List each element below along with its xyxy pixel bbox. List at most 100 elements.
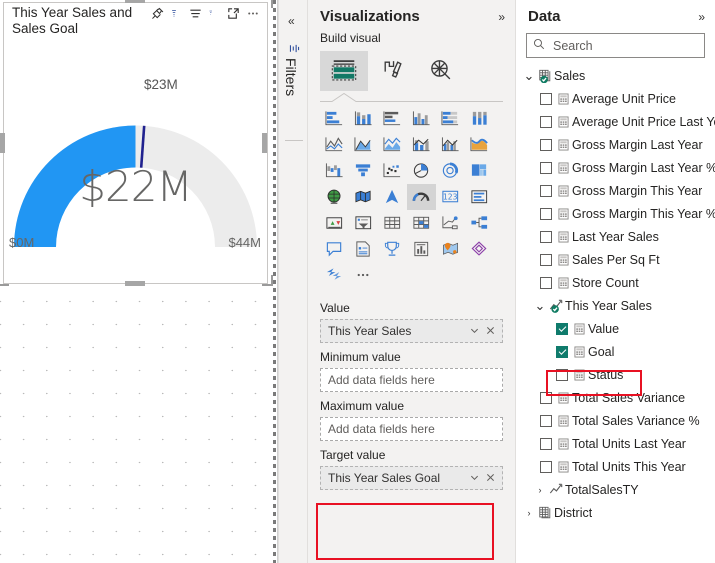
q-and-a-icon[interactable] — [320, 236, 349, 262]
resize-handle-top[interactable] — [125, 0, 145, 3]
data-expand-chevron-icon[interactable]: » — [698, 10, 705, 24]
field-checkbox[interactable] — [538, 460, 554, 473]
pin-icon[interactable] — [150, 6, 165, 21]
table-icon[interactable] — [378, 210, 407, 236]
map-icon[interactable] — [320, 184, 349, 210]
filled-map-icon[interactable] — [349, 184, 378, 210]
more-visuals-icon[interactable] — [349, 262, 378, 288]
filters-pane-collapsed[interactable]: « Filters — [278, 0, 308, 563]
focus-mode-icon[interactable] — [226, 6, 241, 21]
line-and-stacked-column-chart-icon[interactable] — [407, 132, 436, 158]
100-stacked-column-chart-icon[interactable] — [465, 106, 494, 132]
tab-build-visual[interactable] — [320, 51, 368, 91]
field-checkbox[interactable] — [554, 322, 570, 335]
remove-field-icon[interactable] — [486, 471, 495, 485]
resize-handle-left[interactable] — [0, 133, 5, 153]
waterfall-chart-icon[interactable] — [320, 158, 349, 184]
chevron-down-icon[interactable] — [470, 324, 479, 338]
arcgis-map-icon[interactable] — [436, 236, 465, 262]
data-tree-row[interactable]: Sales Per Sq Ft — [516, 248, 715, 271]
gauge-icon[interactable] — [407, 184, 436, 210]
smart-narrative-icon[interactable] — [407, 236, 436, 262]
data-tree-row[interactable]: Gross Margin Last Year — [516, 133, 715, 156]
data-tree-row[interactable]: › District — [516, 501, 715, 524]
line-and-clustered-column-chart-icon[interactable] — [436, 132, 465, 158]
data-tree-row[interactable]: Gross Margin This Year — [516, 179, 715, 202]
area-chart-icon[interactable] — [349, 132, 378, 158]
ribbon-chart-icon[interactable] — [465, 132, 494, 158]
clustered-bar-chart-icon[interactable] — [378, 106, 407, 132]
tab-analytics[interactable] — [416, 51, 464, 91]
power-apps-icon[interactable] — [465, 236, 494, 262]
azure-map-icon[interactable] — [378, 184, 407, 210]
field-checkbox[interactable] — [538, 138, 554, 151]
data-tree-row[interactable]: Status — [516, 363, 715, 386]
data-tree-row[interactable]: Gross Margin Last Year % — [516, 156, 715, 179]
matrix-icon[interactable] — [407, 210, 436, 236]
field-checkbox[interactable] — [538, 184, 554, 197]
gauge-visual[interactable]: This Year Sales and Sales Goal $23M $0M … — [3, 2, 268, 284]
well-target-value[interactable]: This Year Sales Goal — [320, 466, 503, 490]
decomposition-tree-icon[interactable] — [465, 210, 494, 236]
chevron-right-icon[interactable]: › — [522, 508, 536, 518]
well-value[interactable]: This Year Sales — [320, 319, 503, 343]
resize-handle-top-left[interactable] — [0, 0, 9, 8]
resize-handle-bottom-right[interactable] — [262, 275, 273, 286]
field-checkbox[interactable] — [538, 115, 554, 128]
filter-icon[interactable] — [169, 6, 184, 21]
resize-handle-right[interactable] — [262, 133, 267, 153]
field-checkbox[interactable] — [538, 391, 554, 404]
field-checkbox[interactable] — [538, 161, 554, 174]
multi-row-card-icon[interactable] — [465, 184, 494, 210]
power-automate-icon[interactable] — [320, 262, 349, 288]
key-influencers-icon[interactable] — [378, 236, 407, 262]
stacked-column-chart-icon[interactable] — [349, 106, 378, 132]
data-tree-row[interactable]: Value — [516, 317, 715, 340]
data-tree-row[interactable]: ⌄ Sales — [516, 64, 715, 87]
data-tree-row[interactable]: Gross Margin This Year % — [516, 202, 715, 225]
search-input[interactable] — [551, 37, 698, 54]
data-tree-row[interactable]: Last Year Sales — [516, 225, 715, 248]
card-icon[interactable]: 123 — [436, 184, 465, 210]
resize-handle-bottom-left[interactable] — [0, 275, 9, 286]
line-chart-icon[interactable] — [320, 132, 349, 158]
well-minimum-value[interactable]: Add data fields here — [320, 368, 503, 392]
well-maximum-value[interactable]: Add data fields here — [320, 417, 503, 441]
remove-field-icon[interactable] — [486, 324, 495, 338]
field-checkbox[interactable] — [538, 414, 554, 427]
clustered-column-chart-icon[interactable] — [407, 106, 436, 132]
data-tree-row[interactable]: Total Sales Variance — [516, 386, 715, 409]
stacked-bar-chart-icon[interactable] — [320, 106, 349, 132]
chevron-down-icon[interactable] — [470, 471, 479, 485]
slicer-icon[interactable] — [349, 210, 378, 236]
donut-chart-icon[interactable] — [436, 158, 465, 184]
filters-collapse-button[interactable]: « — [288, 14, 295, 28]
more-options-icon[interactable] — [245, 6, 261, 21]
paginated-report-icon[interactable] — [349, 236, 378, 262]
data-tree-row[interactable]: ⌄ This Year Sales — [516, 294, 715, 317]
report-canvas[interactable]: This Year Sales and Sales Goal $23M $0M … — [0, 0, 278, 563]
funnel-chart-icon[interactable] — [349, 158, 378, 184]
chevron-down-icon[interactable]: ⌄ — [522, 68, 536, 84]
field-checkbox[interactable] — [554, 368, 570, 381]
field-checkbox[interactable] — [538, 276, 554, 289]
data-tree-row[interactable]: › TotalSalesTY — [516, 478, 715, 501]
field-checkbox[interactable] — [538, 253, 554, 266]
100-stacked-bar-chart-icon[interactable] — [436, 106, 465, 132]
field-checkbox[interactable] — [538, 230, 554, 243]
visualizations-expand-chevron-icon[interactable]: » — [498, 10, 505, 24]
pie-chart-icon[interactable] — [407, 158, 436, 184]
data-tree-row[interactable]: Total Units Last Year — [516, 432, 715, 455]
search-box[interactable] — [526, 33, 705, 58]
data-tree-row[interactable]: Goal — [516, 340, 715, 363]
resize-handle-bottom[interactable] — [125, 281, 145, 286]
sort-icon[interactable] — [188, 6, 203, 21]
data-tree-row[interactable]: Total Sales Variance % — [516, 409, 715, 432]
data-tree-row[interactable]: Average Unit Price — [516, 87, 715, 110]
field-checkbox[interactable] — [538, 437, 554, 450]
chevron-right-icon[interactable]: › — [533, 485, 547, 495]
r-script-visual-icon[interactable] — [436, 210, 465, 236]
field-checkbox[interactable] — [538, 92, 554, 105]
chevron-down-icon[interactable]: ⌄ — [533, 298, 547, 314]
data-tree-row[interactable]: Store Count — [516, 271, 715, 294]
